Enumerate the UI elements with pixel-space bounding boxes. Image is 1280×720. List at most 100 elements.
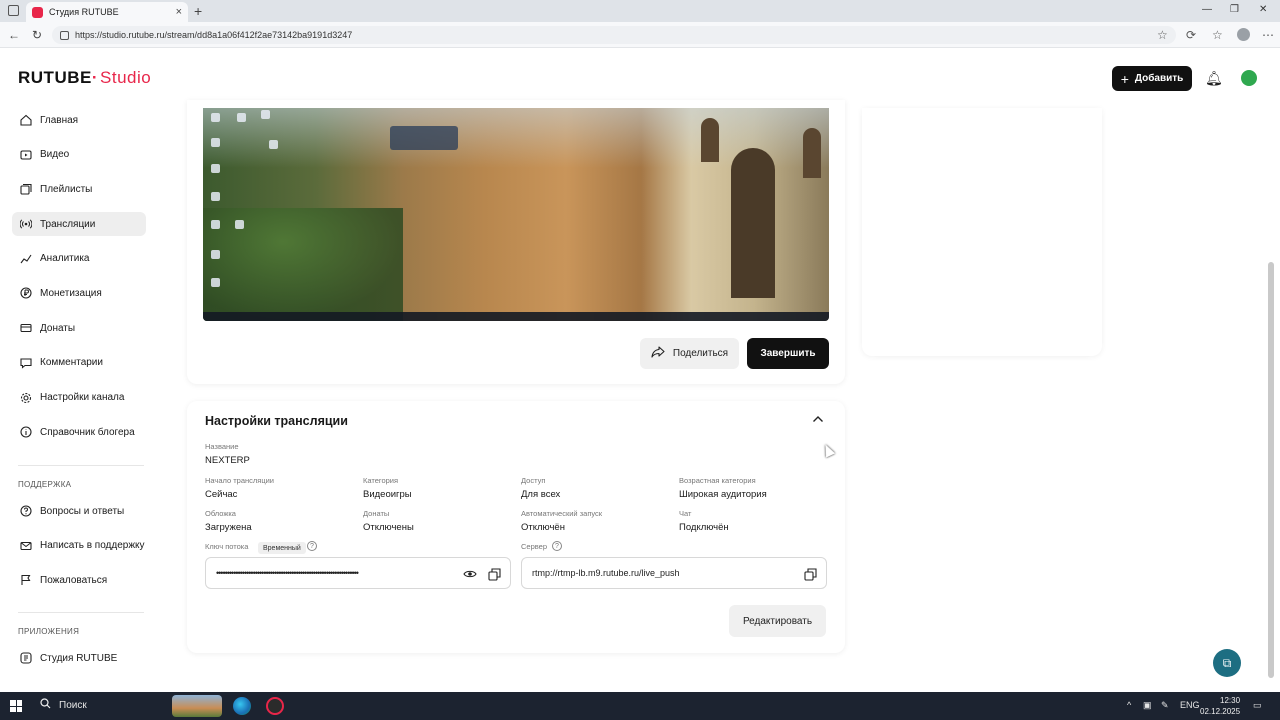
gear-icon bbox=[20, 392, 32, 404]
share-icon bbox=[651, 346, 665, 361]
obs-app-icon[interactable] bbox=[266, 697, 284, 715]
stream-key-label: Ключ потока bbox=[205, 542, 249, 551]
tray-app-icon[interactable]: ▣ bbox=[1143, 700, 1152, 711]
edit-button[interactable]: Редактировать bbox=[729, 605, 826, 637]
studio-icon bbox=[20, 652, 32, 664]
help-icon[interactable]: ? bbox=[552, 541, 562, 551]
sidebar-item-analytics[interactable]: Аналитика bbox=[12, 247, 146, 271]
temporary-badge: Временный bbox=[258, 542, 306, 554]
age-category-value: Широкая аудитория bbox=[679, 489, 767, 500]
cover-value: Загружена bbox=[205, 522, 252, 533]
logo-main: RUTUBE bbox=[18, 68, 92, 87]
minimize-icon[interactable]: — bbox=[1202, 4, 1212, 15]
info-icon bbox=[20, 426, 32, 438]
apps-nav: Студия RUTUBE bbox=[12, 646, 146, 681]
share-button-label: Поделиться bbox=[672, 348, 729, 359]
sidebar-item-report[interactable]: Пожаловаться bbox=[12, 568, 146, 592]
end-stream-button[interactable]: Завершить bbox=[747, 338, 829, 369]
page-scrollbar[interactable] bbox=[1268, 262, 1274, 678]
close-window-icon[interactable]: ✕ bbox=[1259, 4, 1267, 15]
add-button[interactable]: + Добавить bbox=[1112, 66, 1192, 91]
sidebar-item-blogger-guide[interactable]: Справочник блогера bbox=[12, 420, 146, 444]
cover-label: Обложка bbox=[205, 509, 236, 518]
donates-label: Донаты bbox=[363, 509, 390, 518]
copy-icon[interactable] bbox=[486, 566, 502, 582]
sidebar-divider bbox=[18, 465, 144, 466]
autostart-value: Отключён bbox=[521, 522, 565, 533]
tray-chevron-icon[interactable]: ^ bbox=[1127, 700, 1131, 710]
analytics-icon bbox=[20, 253, 32, 265]
video-landscape bbox=[203, 208, 403, 321]
sidebar-item-home[interactable]: Главная bbox=[12, 108, 146, 132]
taskbar-widget-thumbnail[interactable] bbox=[172, 695, 222, 717]
sidebar-item-label: Плейлисты bbox=[40, 183, 93, 195]
new-tab-icon[interactable]: + bbox=[194, 3, 202, 19]
reload-icon[interactable]: ↻ bbox=[32, 28, 42, 42]
sidebar-item-label: Справочник блогера bbox=[40, 426, 135, 438]
settings-title: Настройки трансляции bbox=[205, 414, 348, 428]
playlist-icon bbox=[20, 183, 32, 195]
sidebar-nav: Главная Видео Плейлисты Трансляции Анали… bbox=[12, 108, 146, 455]
window-menu-icon[interactable] bbox=[8, 5, 19, 16]
sidebar-item-broadcasts[interactable]: Трансляции bbox=[12, 212, 146, 237]
sidebar-item-playlists[interactable]: Плейлисты bbox=[12, 177, 146, 201]
back-icon[interactable]: ← bbox=[8, 28, 20, 42]
bell-icon[interactable]: 🔔︎ bbox=[1205, 70, 1223, 87]
close-tab-icon[interactable]: × bbox=[176, 6, 182, 18]
taskbar-clock[interactable]: 12:30 02.12.2025 bbox=[1200, 695, 1240, 717]
apps-section-title: ПРИЛОЖЕНИЯ bbox=[18, 627, 80, 636]
channel-avatar[interactable] bbox=[1241, 70, 1257, 86]
sidebar-item-channel-settings[interactable]: Настройки канала bbox=[12, 386, 146, 410]
maximize-icon[interactable]: ❐ bbox=[1230, 4, 1239, 15]
stream-key-field[interactable]: ••••••••••••••••••••••••••••••••••••••••… bbox=[205, 557, 511, 589]
sidebar-item-comments[interactable]: Комментарии bbox=[12, 351, 146, 375]
search-icon bbox=[40, 698, 51, 712]
share-button[interactable]: Поделиться bbox=[640, 338, 739, 369]
monetization-icon bbox=[20, 287, 32, 299]
taskbar-search[interactable]: Поиск bbox=[40, 698, 87, 712]
server-field[interactable]: rtmp://rtmp-lb.m9.rutube.ru/live_push bbox=[521, 557, 827, 589]
url-text: https://studio.rutube.ru/stream/dd8a1a06… bbox=[75, 30, 353, 40]
sidebar-item-video[interactable]: Видео bbox=[12, 143, 146, 167]
rutube-studio-logo[interactable]: RUTUBE · Studio bbox=[18, 68, 151, 88]
help-icon[interactable]: ? bbox=[307, 541, 317, 551]
browser-tab-bar: Студия RUTUBE × + — ❐ ✕ bbox=[0, 0, 1280, 22]
start-value: Сейчас bbox=[205, 489, 238, 500]
profile-avatar[interactable] bbox=[1237, 28, 1250, 41]
chat-label: Чат bbox=[679, 509, 692, 518]
support-chat-icon[interactable]: ⧉ bbox=[1213, 649, 1241, 677]
notifications-icon[interactable]: ▭ bbox=[1253, 700, 1262, 711]
windows-start-icon[interactable] bbox=[10, 700, 22, 712]
sidebar-item-label: Настройки канала bbox=[40, 392, 125, 403]
video-icon bbox=[20, 149, 32, 161]
site-info-icon[interactable] bbox=[60, 30, 69, 40]
language-indicator[interactable]: ENG bbox=[1180, 700, 1200, 710]
sidebar-item-contact-support[interactable]: Написать в поддержку bbox=[12, 534, 146, 558]
sidebar-item-donates[interactable]: Донаты bbox=[12, 316, 146, 340]
video-bridge-arch bbox=[731, 148, 775, 298]
windows-taskbar: Поиск ^ ▣ ✎ ENG 12:30 02.12.2025 ▭ bbox=[0, 692, 1280, 720]
chevron-up-icon[interactable] bbox=[812, 414, 824, 426]
favorites-icon[interactable]: ☆ bbox=[1212, 28, 1223, 42]
add-button-label: Добавить bbox=[1134, 73, 1184, 84]
url-field[interactable]: https://studio.rutube.ru/stream/dd8a1a06… bbox=[52, 26, 1176, 44]
sidebar-item-label: Пожаловаться bbox=[40, 574, 108, 586]
sidebar-item-rutube-studio[interactable]: Студия RUTUBE bbox=[12, 646, 146, 670]
copy-icon[interactable] bbox=[802, 566, 818, 582]
stream-video-preview[interactable] bbox=[203, 108, 829, 321]
donate-icon bbox=[20, 322, 32, 334]
home-icon bbox=[20, 114, 32, 126]
sidebar-item-label: Написать в поддержку bbox=[40, 540, 145, 552]
extensions-icon[interactable]: ⟳ bbox=[1186, 28, 1196, 42]
pen-icon[interactable]: ✎ bbox=[1161, 700, 1169, 711]
sidebar-item-faq[interactable]: Вопросы и ответы bbox=[12, 499, 146, 523]
eye-icon[interactable] bbox=[462, 566, 478, 582]
more-menu-icon[interactable]: ⋯ bbox=[1262, 28, 1274, 42]
star-icon[interactable]: ☆ bbox=[1157, 28, 1168, 42]
video-taskbar bbox=[203, 312, 829, 321]
browser-tab[interactable]: Студия RUTUBE × bbox=[26, 2, 188, 22]
clock-time: 12:30 bbox=[1220, 696, 1241, 705]
sidebar-item-monetization[interactable]: Монетизация bbox=[12, 281, 146, 305]
edge-browser-icon[interactable] bbox=[233, 697, 251, 715]
sidebar-item-label: Вопросы и ответы bbox=[40, 505, 125, 517]
